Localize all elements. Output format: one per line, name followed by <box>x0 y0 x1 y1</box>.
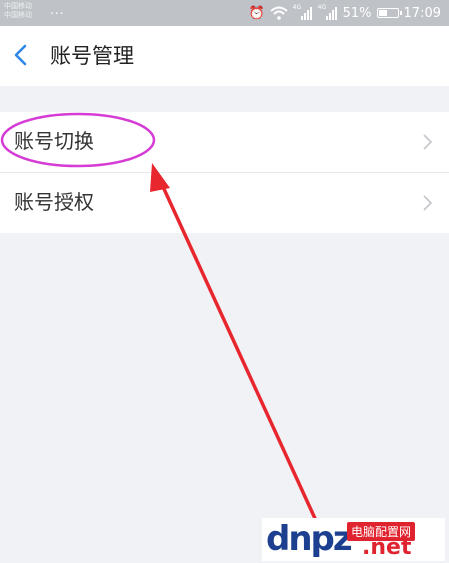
watermark-wordmark: dnpz <box>266 519 353 559</box>
page-title: 账号管理 <box>50 44 134 68</box>
battery-fill <box>378 10 387 16</box>
signal-2-icon: 4G <box>317 4 338 20</box>
status-right: ⏰ 4G 4G 51% 17:09 <box>248 4 441 22</box>
notification-dots: ... <box>50 3 65 17</box>
clock: 17:09 <box>403 5 441 21</box>
carrier-2: 中国移动 <box>4 11 32 19</box>
battery-percent: 51% <box>342 5 372 21</box>
menu-item-label: 账号切换 <box>14 129 94 153</box>
signal-1-icon: 4G <box>292 4 313 20</box>
watermark-logo: dnpz 电脑配置网 .net <box>262 518 445 561</box>
menu-item-label: 账号授权 <box>14 190 94 214</box>
carrier-labels: 中国移动 中国移动 <box>4 2 32 20</box>
alarm-icon: ⏰ <box>248 5 265 21</box>
status-bar: 中国移动 中国移动 ... ⏰ 4G 4G 51% 17:09 <box>0 0 449 26</box>
signal-tag: 4G <box>292 4 302 11</box>
account-menu: 账号切换 账号授权 <box>0 112 449 233</box>
battery-icon <box>376 8 402 18</box>
chevron-right-icon <box>423 195 433 211</box>
app-header: 账号管理 <box>0 26 449 86</box>
carrier-1: 中国移动 <box>4 2 32 10</box>
wifi-icon <box>269 6 288 20</box>
watermark-domain: .net <box>362 535 412 560</box>
menu-item-account-authorization[interactable]: 账号授权 <box>0 172 449 233</box>
menu-item-account-switch[interactable]: 账号切换 <box>0 112 449 172</box>
signal-tag-2: 4G <box>317 4 327 11</box>
chevron-left-icon[interactable] <box>6 40 36 70</box>
chevron-right-icon <box>423 134 433 150</box>
